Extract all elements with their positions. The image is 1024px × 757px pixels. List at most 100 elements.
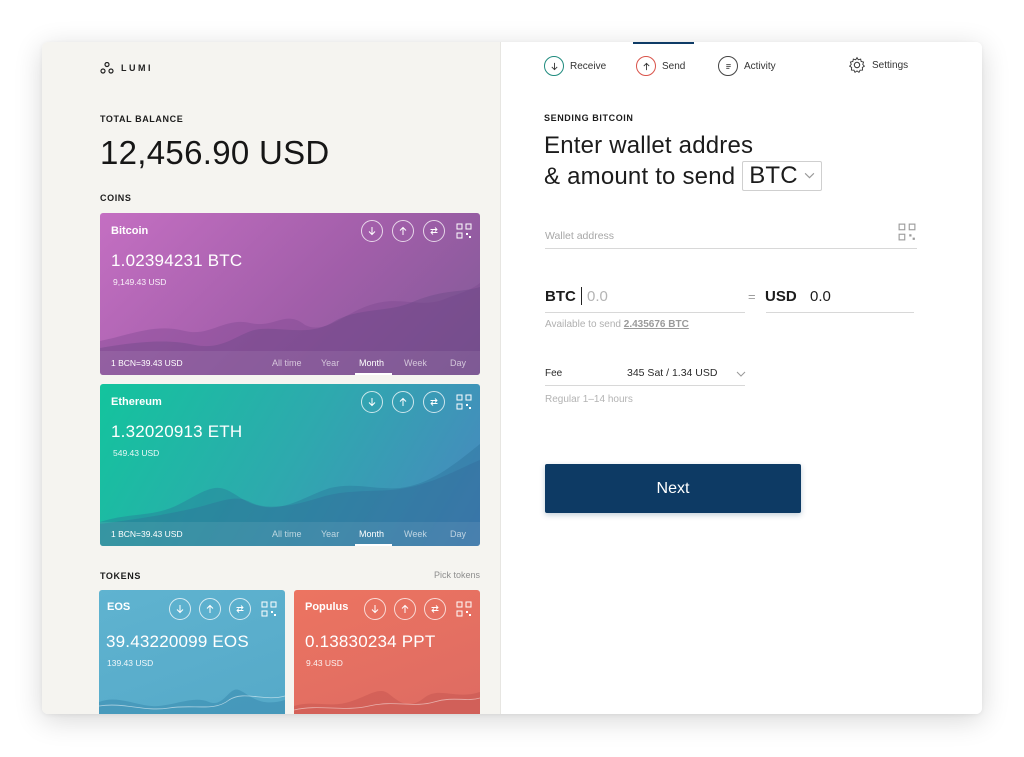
text-cursor <box>581 287 582 305</box>
receive-coin-button[interactable] <box>361 391 383 413</box>
fee-label: Fee <box>545 368 563 379</box>
exchange-coin-button[interactable] <box>423 220 445 242</box>
fee-hint: Regular 1–14 hours <box>545 394 633 405</box>
arrow-down-icon <box>368 398 376 407</box>
brand-logo: LUMI <box>100 62 153 74</box>
range-week[interactable]: Week <box>404 529 427 539</box>
active-range-indicator <box>355 544 392 546</box>
range-all-time[interactable]: All time <box>272 529 302 539</box>
range-year[interactable]: Year <box>321 358 339 368</box>
activity-icon <box>718 56 738 76</box>
qr-scan-icon[interactable] <box>898 223 916 241</box>
qr-code-icon <box>456 223 472 239</box>
coin-amount: 1.32020913 ETH <box>111 422 243 441</box>
heading-line-1: Enter wallet addres <box>544 132 754 159</box>
coin-card-ethereum[interactable]: Ethereum 1.32020913 ETH 549.43 USD 1 BCN… <box>100 384 480 546</box>
send-icon <box>636 56 656 76</box>
usd-amount-input[interactable]: 0.0 <box>810 288 831 305</box>
token-card-populus[interactable]: Populus 0.13830234 PPT 9.43 USD <box>294 590 480 714</box>
pick-tokens-link[interactable]: Pick tokens <box>434 570 480 580</box>
btc-amount-input[interactable]: 0.0 <box>587 288 608 305</box>
nav-settings[interactable]: Settings <box>848 56 908 74</box>
arrow-up-icon <box>401 604 409 613</box>
coins-label: COINS <box>100 193 132 203</box>
exchange-coin-button[interactable] <box>423 391 445 413</box>
gear-icon <box>848 56 866 74</box>
coin-amount: 1.02394231 BTC <box>111 251 243 270</box>
next-button[interactable]: Next <box>545 464 801 513</box>
coin-name: Ethereum <box>111 396 162 408</box>
range-all-time[interactable]: All time <box>272 358 302 368</box>
chevron-down-icon[interactable] <box>736 371 746 377</box>
btc-amount-underline <box>545 312 745 313</box>
coin-card-footer: 1 BCN=39.43 USD All time Year Month Week… <box>100 351 480 375</box>
coin-select-dropdown[interactable]: BTC <box>742 160 822 191</box>
nav-send[interactable]: Send <box>636 56 685 76</box>
send-coin-button[interactable] <box>392 391 414 413</box>
nav-activity[interactable]: Activity <box>718 56 776 76</box>
fee-underline <box>545 385 745 386</box>
arrow-down-icon <box>371 605 379 614</box>
arrow-up-icon <box>399 397 407 406</box>
exchange-icon <box>431 605 439 613</box>
qr-code-button[interactable] <box>456 394 472 410</box>
token-actions <box>169 598 277 620</box>
send-token-button[interactable] <box>199 598 221 620</box>
token-amount: 0.13830234 PPT <box>305 632 436 651</box>
nav-receive[interactable]: Receive <box>544 56 606 76</box>
arrow-up-icon <box>206 604 214 613</box>
qr-code-button[interactable] <box>456 223 472 239</box>
range-month[interactable]: Month <box>359 529 384 539</box>
equals-sign: = <box>748 289 756 304</box>
qr-code-button[interactable] <box>456 601 472 617</box>
token-card-eos[interactable]: EOS 39.43220099 EOS 139.43 USD <box>99 590 285 714</box>
range-day[interactable]: Day <box>450 529 466 539</box>
coin-actions <box>361 220 472 242</box>
range-month[interactable]: Month <box>359 358 384 368</box>
available-amount-link[interactable]: 2.435676 BTC <box>624 319 689 330</box>
coin-select-value: BTC <box>749 161 798 189</box>
qr-code-icon <box>261 601 277 617</box>
token-fiat-value: 139.43 USD <box>107 658 154 668</box>
qr-code-button[interactable] <box>261 601 277 617</box>
coin-fiat-value: 9,149.43 USD <box>113 277 167 287</box>
available-prefix: Available to send <box>545 319 621 330</box>
wallet-address-input[interactable]: Wallet address <box>545 230 614 242</box>
range-year[interactable]: Year <box>321 529 339 539</box>
token-fiat-value: 9.43 USD <box>306 658 343 668</box>
nav-activity-label: Activity <box>744 60 776 72</box>
tokens-label: TOKENS <box>100 571 141 581</box>
receive-token-button[interactable] <box>364 598 386 620</box>
send-heading: Enter wallet addres & amount to send BTC <box>544 130 822 193</box>
coin-card-footer: 1 BCN=39.43 USD All time Year Month Week… <box>100 522 480 546</box>
token-amount: 39.43220099 EOS <box>106 632 249 651</box>
arrow-down-icon <box>368 227 376 236</box>
active-range-indicator <box>355 373 392 375</box>
receive-coin-button[interactable] <box>361 220 383 242</box>
token-name: EOS <box>107 601 131 613</box>
receive-token-button[interactable] <box>169 598 191 620</box>
nav-receive-label: Receive <box>570 60 607 72</box>
nav-send-label: Send <box>662 60 686 72</box>
amount-currency-label: BTC <box>545 288 576 305</box>
coin-card-bitcoin[interactable]: Bitcoin 1.02394231 BTC 9,149.43 USD 1 BC… <box>100 213 480 375</box>
brand-name: LUMI <box>121 63 153 73</box>
send-coin-button[interactable] <box>392 220 414 242</box>
exchange-rate: 1 BCN=39.43 USD <box>111 358 183 368</box>
active-tab-indicator <box>633 42 694 44</box>
coin-name: Bitcoin <box>111 225 149 237</box>
available-to-send: Available to send 2.435676 BTC <box>545 319 689 330</box>
receive-icon <box>544 56 564 76</box>
fee-select[interactable]: 345 Sat / 1.34 USD <box>627 367 717 379</box>
range-week[interactable]: Week <box>404 358 427 368</box>
send-token-button[interactable] <box>394 598 416 620</box>
exchange-token-button[interactable] <box>229 598 251 620</box>
total-balance-label: TOTAL BALANCE <box>100 114 184 124</box>
usd-amount-underline <box>766 312 914 313</box>
token-name: Populus <box>305 601 349 613</box>
wallet-address-underline <box>545 248 917 249</box>
exchange-token-button[interactable] <box>424 598 446 620</box>
range-day[interactable]: Day <box>450 358 466 368</box>
exchange-icon <box>430 398 438 406</box>
token-actions <box>364 598 472 620</box>
